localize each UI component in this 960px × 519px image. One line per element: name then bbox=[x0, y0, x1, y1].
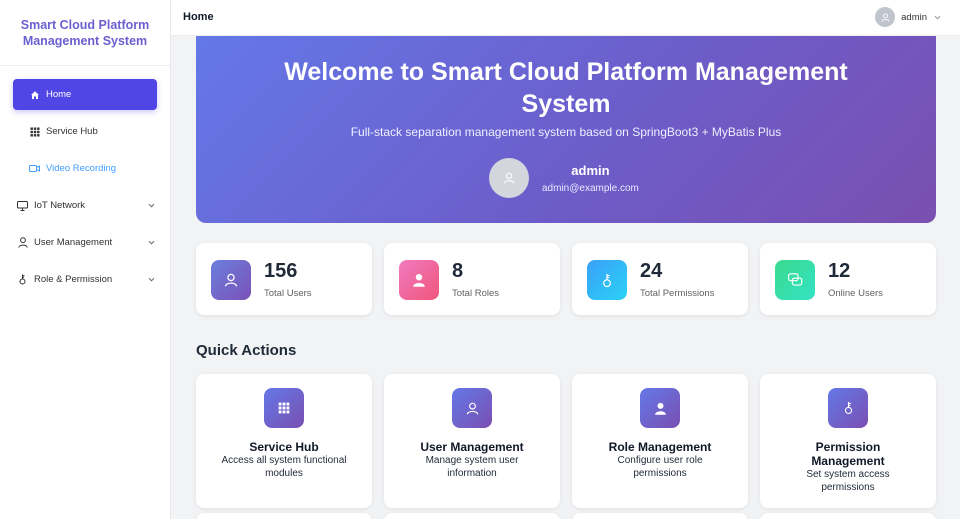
quick-action-role-management[interactable]: Role Management Configure user role perm… bbox=[572, 374, 748, 508]
sidebar-item-label: Home bbox=[46, 89, 72, 100]
sidebar-item-label: Service Hub bbox=[46, 126, 98, 137]
sidebar-item-label: Role & Permission bbox=[34, 274, 113, 285]
sidebar-item-home[interactable]: Home bbox=[13, 79, 157, 110]
chevron-down-icon bbox=[148, 240, 155, 245]
banner-user-card: admin admin@example.com bbox=[489, 158, 639, 198]
chevron-down-icon[interactable] bbox=[933, 13, 942, 22]
app-title-line1: Smart Cloud Platform bbox=[20, 17, 150, 32]
stat-card-online-users: 12 Online Users bbox=[760, 243, 936, 315]
app-title: Smart Cloud Platform Management System bbox=[0, 0, 170, 66]
video-icon bbox=[29, 163, 40, 174]
avatar[interactable] bbox=[875, 7, 896, 27]
stat-card-total-permissions: 24 Total Permissions bbox=[572, 243, 748, 315]
grid-icon bbox=[264, 388, 304, 428]
card-partial bbox=[196, 513, 372, 519]
stat-card-total-roles: 8 Total Roles bbox=[384, 243, 560, 315]
sidebar-item-video-recording[interactable]: Video Recording bbox=[13, 153, 157, 184]
stat-value: 24 bbox=[640, 260, 663, 282]
welcome-banner: Welcome to Smart Cloud Platform Manageme… bbox=[196, 36, 936, 223]
sidebar-item-label: User Management bbox=[34, 237, 113, 248]
user-icon bbox=[17, 237, 28, 248]
quick-action-title: Permission Management bbox=[811, 440, 885, 468]
quick-action-title: Role Management bbox=[608, 440, 712, 454]
quick-action-permission-management[interactable]: Permission Management Set system access … bbox=[760, 374, 936, 508]
sidebar-item-iot-network[interactable]: IoT Network bbox=[0, 190, 170, 221]
banner-title: Welcome to Smart Cloud Platform Manageme… bbox=[284, 58, 848, 118]
quick-action-user-management[interactable]: User Management Manage system user infor… bbox=[384, 374, 560, 508]
user-icon bbox=[211, 260, 251, 300]
banner-username: admin bbox=[571, 162, 610, 178]
stat-label: Online Users bbox=[828, 288, 883, 299]
monitor-icon bbox=[17, 200, 28, 211]
sidebar: Smart Cloud Platform Management System H… bbox=[0, 0, 171, 519]
stat-label: Total Permissions bbox=[640, 288, 715, 299]
sidebar-item-label: IoT Network bbox=[34, 200, 86, 211]
user-icon bbox=[503, 172, 515, 184]
page-title: Home bbox=[183, 11, 214, 23]
quick-action-title: Service Hub bbox=[249, 440, 319, 454]
key-icon bbox=[17, 274, 28, 285]
sidebar-item-user-management[interactable]: User Management bbox=[0, 227, 170, 258]
stat-label: Total Roles bbox=[452, 288, 499, 299]
app-title-line2: Management System bbox=[22, 33, 148, 48]
person-filled-icon bbox=[399, 260, 439, 300]
avatar bbox=[489, 158, 529, 198]
grid-icon bbox=[29, 126, 40, 137]
sidebar-item-label: Video Recording bbox=[46, 163, 117, 174]
stat-value: 12 bbox=[828, 260, 851, 282]
sidebar-item-service-hub[interactable]: Service Hub bbox=[13, 116, 157, 147]
stat-value: 156 bbox=[264, 260, 298, 282]
top-header: Home admin bbox=[171, 0, 960, 36]
quick-action-service-hub[interactable]: Service Hub Access all system functional… bbox=[196, 374, 372, 508]
chevron-down-icon bbox=[148, 203, 155, 208]
quick-action-desc: Configure user role permissions bbox=[617, 455, 703, 479]
sidebar-item-role-permission[interactable]: Role & Permission bbox=[0, 264, 170, 295]
person-filled-icon bbox=[640, 388, 680, 428]
sidebar-menu: Home Service Hub Video Recording IoT Net… bbox=[0, 66, 170, 295]
user-icon bbox=[452, 388, 492, 428]
quick-action-title: User Management bbox=[420, 440, 524, 454]
key-icon bbox=[828, 388, 868, 428]
key-icon bbox=[587, 260, 627, 300]
card-partial bbox=[572, 513, 748, 519]
stat-value: 8 bbox=[452, 260, 464, 282]
card-partial bbox=[384, 513, 560, 519]
header-username[interactable]: admin bbox=[901, 12, 927, 23]
banner-email: admin@example.com bbox=[542, 182, 639, 194]
user-dropdown[interactable]: admin bbox=[875, 6, 942, 28]
chat-icon bbox=[775, 260, 815, 300]
card-partial bbox=[760, 513, 936, 519]
user-icon bbox=[881, 12, 890, 22]
stat-label: Total Users bbox=[264, 288, 312, 299]
quick-action-desc: Access all system functional modules bbox=[221, 455, 347, 479]
quick-action-desc: Manage system user information bbox=[425, 455, 519, 479]
stat-card-total-users: 156 Total Users bbox=[196, 243, 372, 315]
quick-action-desc: Set system access permissions bbox=[806, 469, 890, 493]
chevron-down-icon bbox=[148, 277, 155, 282]
banner-subtitle: Full-stack separation management system … bbox=[350, 125, 782, 139]
home-icon bbox=[29, 89, 40, 100]
quick-actions-title: Quick Actions bbox=[196, 342, 297, 359]
